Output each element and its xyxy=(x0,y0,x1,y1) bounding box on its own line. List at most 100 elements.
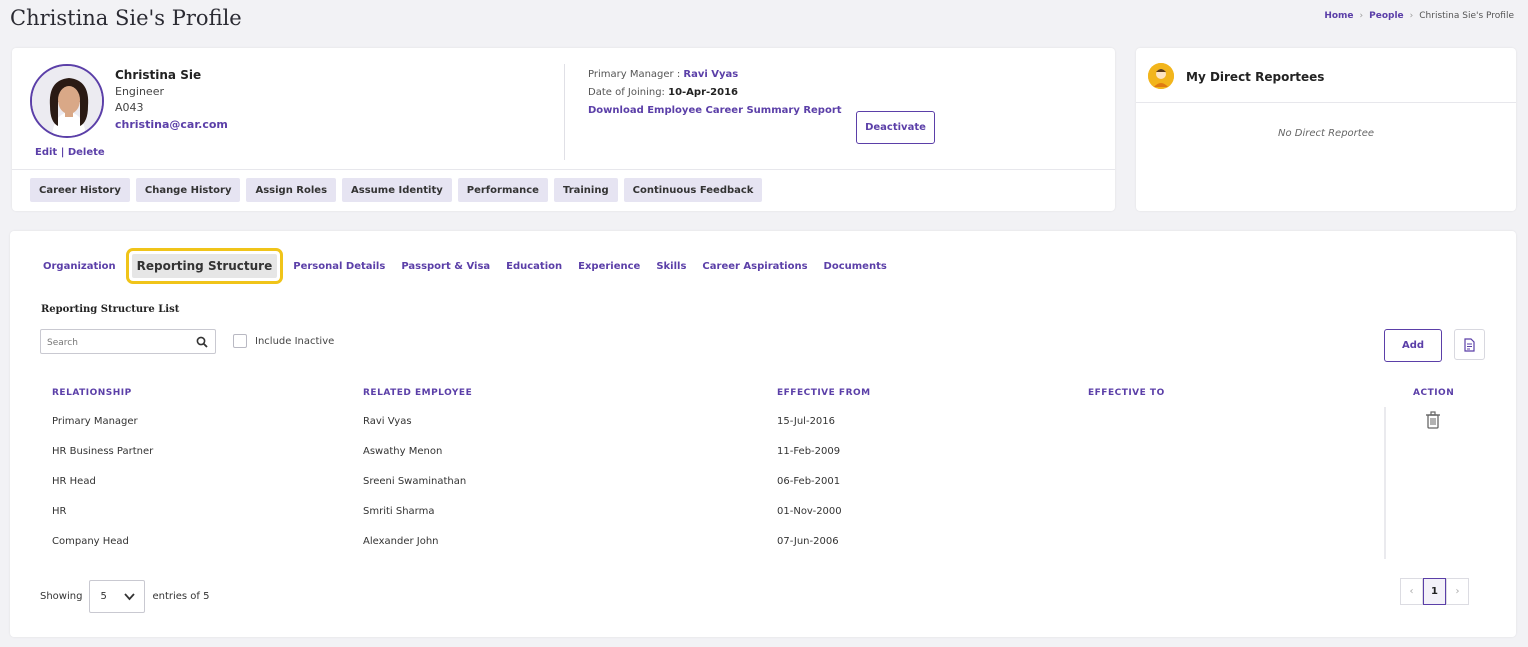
chevron-down-icon xyxy=(124,593,136,601)
divider xyxy=(564,64,565,160)
search-input[interactable] xyxy=(47,332,187,354)
page-title: Christina Sie's Profile xyxy=(10,6,242,30)
tab-documents[interactable]: Documents xyxy=(816,261,895,272)
breadcrumb: Home › People › Christina Sie's Profile xyxy=(1324,11,1514,21)
primary-manager-link[interactable]: Ravi Vyas xyxy=(683,69,738,80)
profile-details-card: Organization Reporting Structure Persona… xyxy=(10,231,1516,637)
breadcrumb-current: Christina Sie's Profile xyxy=(1419,11,1514,21)
breadcrumb-people[interactable]: People xyxy=(1369,11,1404,21)
primary-manager-row: Primary Manager : Ravi Vyas xyxy=(588,69,738,80)
profile-card: Edit | Delete Christina Sie Engineer A04… xyxy=(12,48,1115,211)
employee-name: Christina Sie xyxy=(115,68,202,82)
edit-link[interactable]: Edit xyxy=(35,147,57,158)
deactivate-button[interactable]: Deactivate xyxy=(856,111,935,144)
divider xyxy=(12,169,1115,170)
cell-employee: Smriti Sharma xyxy=(363,506,435,517)
divider xyxy=(1136,102,1516,103)
list-title: Reporting Structure List xyxy=(41,304,180,315)
tab-reporting-structure[interactable]: Reporting Structure xyxy=(125,248,284,284)
table-row: HR Business Partner Aswathy Menon 11-Feb… xyxy=(10,446,1516,476)
link-separator: | xyxy=(60,147,65,158)
showing-label: Showing xyxy=(40,591,83,602)
tab-experience[interactable]: Experience xyxy=(570,261,648,272)
header-effective-to: EFFECTIVE TO xyxy=(1088,388,1165,398)
cell-employee: Ravi Vyas xyxy=(363,416,412,427)
download-report-link[interactable]: Download Employee Career Summary Report xyxy=(588,105,842,116)
cell-relationship: Company Head xyxy=(52,536,129,547)
breadcrumb-chevron-icon: › xyxy=(1409,11,1414,21)
table-scrollbar[interactable] xyxy=(1384,407,1386,559)
pagination: ‹ 1 › xyxy=(1400,578,1469,605)
search-field xyxy=(40,329,216,354)
header-relationship: RELATIONSHIP xyxy=(52,388,132,398)
date-of-joining-row: Date of Joining: 10-Apr-2016 xyxy=(588,87,738,98)
cell-employee: Aswathy Menon xyxy=(363,446,443,457)
include-inactive-checkbox[interactable] xyxy=(233,334,247,348)
header-related-employee: RELATED EMPLOYEE xyxy=(363,388,473,398)
page-size-select[interactable]: 5 xyxy=(89,580,146,613)
direct-reportees-title: My Direct Reportees xyxy=(1186,70,1325,84)
search-icon[interactable] xyxy=(196,336,208,348)
include-inactive-label: Include Inactive xyxy=(255,335,335,347)
include-inactive: Include Inactive xyxy=(233,334,334,348)
performance-button[interactable]: Performance xyxy=(457,178,548,202)
primary-manager-label: Primary Manager : xyxy=(588,69,681,80)
training-button[interactable]: Training xyxy=(553,178,618,202)
profile-action-bar: Career History Change History Assign Rol… xyxy=(30,178,763,202)
continuous-feedback-button[interactable]: Continuous Feedback xyxy=(623,178,763,202)
next-page-button[interactable]: › xyxy=(1446,578,1469,605)
header-action: ACTION xyxy=(1413,388,1455,398)
cell-employee: Sreeni Swaminathan xyxy=(363,476,467,487)
cell-effective-from: 15-Jul-2016 xyxy=(777,416,836,427)
page-size-control: Showing 5 entries of 5 xyxy=(40,580,209,613)
cell-relationship: HR xyxy=(52,506,67,517)
table-row: Company Head Alexander John 07-Jun-2006 xyxy=(10,536,1516,566)
assume-identity-button[interactable]: Assume Identity xyxy=(342,178,452,202)
date-of-joining-value: 10-Apr-2016 xyxy=(668,87,738,98)
avatar-image xyxy=(32,66,102,136)
tab-education[interactable]: Education xyxy=(498,261,570,272)
edit-delete-links: Edit | Delete xyxy=(35,147,105,158)
cell-effective-from: 06-Feb-2001 xyxy=(777,476,841,487)
career-history-button[interactable]: Career History xyxy=(30,178,130,202)
page-1-button[interactable]: 1 xyxy=(1423,578,1446,605)
employee-role: Engineer xyxy=(115,85,164,98)
cell-employee: Alexander John xyxy=(363,536,439,547)
cell-relationship: HR Business Partner xyxy=(52,446,154,457)
breadcrumb-chevron-icon: › xyxy=(1359,11,1364,21)
trash-icon[interactable] xyxy=(1425,411,1441,429)
table-row: HR Smriti Sharma 01-Nov-2000 xyxy=(10,506,1516,536)
table-row: Primary Manager Ravi Vyas 15-Jul-2016 xyxy=(10,416,1516,446)
avatar xyxy=(30,64,104,138)
change-history-button[interactable]: Change History xyxy=(135,178,241,202)
header-effective-from: EFFECTIVE FROM xyxy=(777,388,871,398)
assign-roles-button[interactable]: Assign Roles xyxy=(246,178,337,202)
table-row: HR Head Sreeni Swaminathan 06-Feb-2001 xyxy=(10,476,1516,506)
direct-reportees-card: My Direct Reportees No Direct Reportee xyxy=(1136,48,1516,211)
export-icon xyxy=(1464,338,1475,352)
tab-passport-visa[interactable]: Passport & Visa xyxy=(393,261,498,272)
employee-code: A043 xyxy=(115,101,144,114)
profile-tabs: Organization Reporting Structure Persona… xyxy=(43,248,895,284)
tab-personal-details[interactable]: Personal Details xyxy=(285,261,393,272)
tab-career-aspirations[interactable]: Career Aspirations xyxy=(694,261,815,272)
tab-organization[interactable]: Organization xyxy=(43,261,124,272)
reportee-avatar-icon xyxy=(1148,63,1174,89)
no-reportee-message: No Direct Reportee xyxy=(1277,128,1375,139)
cell-relationship: Primary Manager xyxy=(52,416,138,427)
cell-effective-from: 07-Jun-2006 xyxy=(777,536,839,547)
page-size-value: 5 xyxy=(100,591,107,602)
cell-effective-from: 01-Nov-2000 xyxy=(777,506,842,517)
tab-skills[interactable]: Skills xyxy=(648,261,694,272)
breadcrumb-home[interactable]: Home xyxy=(1324,11,1353,21)
delete-link[interactable]: Delete xyxy=(68,147,105,158)
add-button[interactable]: Add xyxy=(1384,329,1442,362)
prev-page-button[interactable]: ‹ xyxy=(1400,578,1423,605)
cell-relationship: HR Head xyxy=(52,476,96,487)
entries-label: entries of 5 xyxy=(152,591,210,602)
employee-email[interactable]: christina@car.com xyxy=(115,118,228,131)
cell-effective-from: 11-Feb-2009 xyxy=(777,446,841,457)
tab-reporting-structure-label: Reporting Structure xyxy=(131,254,278,278)
date-of-joining-label: Date of Joining: xyxy=(588,87,665,98)
export-button[interactable] xyxy=(1454,329,1485,360)
